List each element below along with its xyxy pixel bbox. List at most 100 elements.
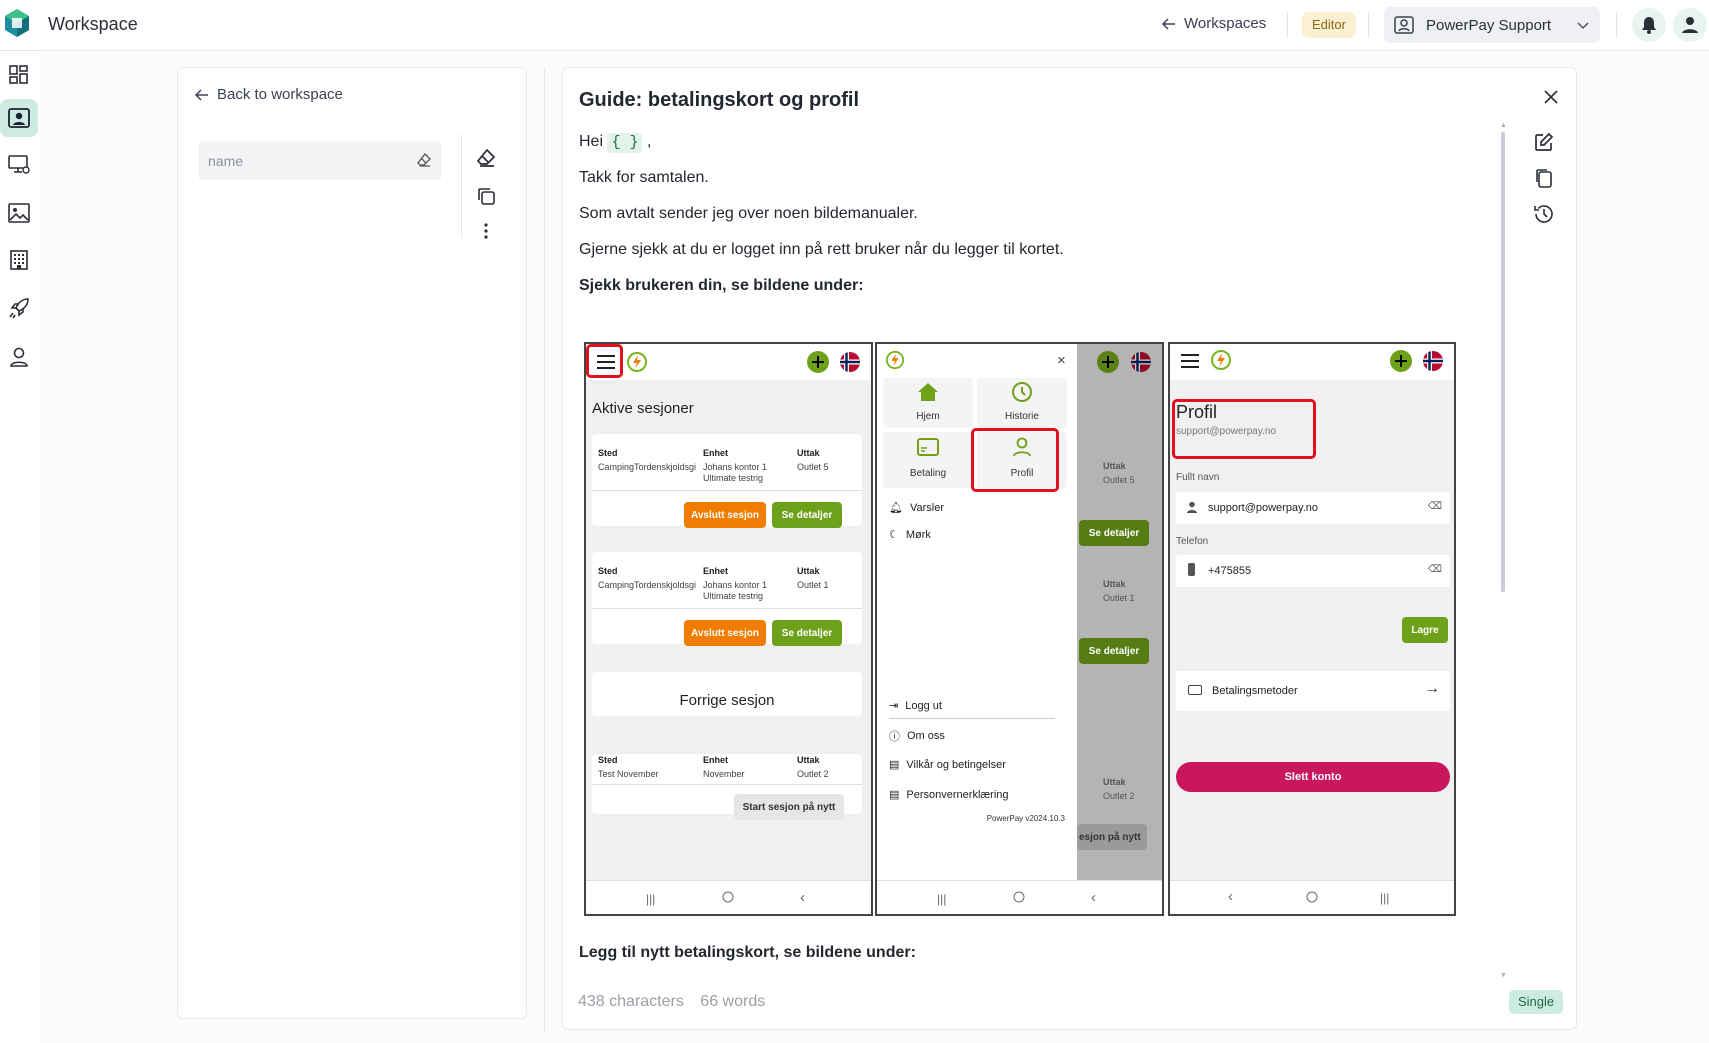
- app-logo-icon[interactable]: [4, 8, 30, 38]
- document-icon: ▤: [889, 759, 900, 771]
- word-count: 66 words: [700, 993, 766, 1010]
- eraser-icon: ⌫: [1427, 564, 1442, 575]
- cell: Outlet 2: [797, 769, 829, 779]
- menu-item-logout: ⇥ Logg ut: [889, 699, 942, 713]
- arrow-left-icon: [1162, 17, 1176, 30]
- person-icon: [9, 347, 29, 367]
- arrow-left-icon: [195, 88, 209, 101]
- scroll-up-icon[interactable]: ▲: [1500, 122, 1507, 129]
- col-label: Enhet: [703, 755, 729, 765]
- history-button[interactable]: [1530, 200, 1558, 228]
- bg-text: Outlet 2: [1103, 791, 1135, 801]
- nav-users[interactable]: [0, 338, 38, 376]
- clear-fields-button[interactable]: [472, 144, 500, 172]
- phone-screenshot-profile: Profil support@powerpay.no Fullt navn su…: [1168, 342, 1456, 916]
- logout-icon: ⇥: [889, 700, 899, 712]
- session-card: Sted Enhet Uttak Test November November …: [592, 754, 862, 820]
- eraser-icon: [476, 149, 496, 167]
- body-line: Som avtalt sender jeg over noen bildeman…: [579, 205, 918, 222]
- back-to-workspace-link[interactable]: Back to workspace: [195, 86, 343, 103]
- android-nav-bar: ||| ‹: [877, 880, 1162, 914]
- session-card: Sted Enhet Uttak CampingTordenskjoldsgi …: [592, 434, 862, 528]
- details-button: Se detaljer: [772, 502, 842, 528]
- close-button[interactable]: [1544, 90, 1558, 104]
- copy-icon: [1535, 168, 1553, 188]
- nav-dashboard[interactable]: [0, 56, 38, 94]
- left-panel: Back to workspace: [177, 67, 527, 1019]
- bell-icon: [1641, 16, 1657, 34]
- more-options-button[interactable]: [472, 217, 500, 245]
- nav-contacts[interactable]: [0, 99, 38, 137]
- menu-item-alerts: 🔔︎ Varsler: [889, 501, 944, 515]
- workspaces-link[interactable]: Workspaces: [1162, 15, 1266, 32]
- phone-screenshot-menu: Uttak Outlet 5 Se detaljer Uttak Outlet …: [875, 342, 1164, 916]
- embedded-screenshot-image[interactable]: Aktive sesjoner Sted Enhet Uttak Camping…: [584, 342, 1456, 916]
- details-button: Se detaljer: [772, 620, 842, 646]
- back-label: Back to workspace: [217, 86, 343, 103]
- body-line: Takk for samtalen.: [579, 169, 709, 186]
- add-circle-icon: [1389, 349, 1413, 373]
- edit-button[interactable]: [1530, 128, 1558, 156]
- greeting-line: Hei { } ,: [579, 132, 651, 153]
- name-input[interactable]: [198, 141, 408, 180]
- duplicate-button[interactable]: [472, 182, 500, 210]
- highlight-box: [1172, 399, 1316, 459]
- greeting-comma: ,: [646, 133, 652, 150]
- copy-button[interactable]: [1530, 164, 1558, 192]
- user-menu-button[interactable]: [1673, 8, 1707, 42]
- payment-methods-row: Betalingsmetoder →: [1176, 671, 1450, 711]
- eraser-icon[interactable]: [416, 152, 432, 168]
- cell: Test November: [598, 769, 659, 779]
- side-nav: [0, 51, 40, 1043]
- account-selector[interactable]: PowerPay Support: [1384, 7, 1600, 43]
- field-label: Telefon: [1176, 536, 1209, 547]
- field-value: support@powerpay.no: [1208, 502, 1319, 514]
- app-title: Workspace: [48, 14, 138, 34]
- nav-media[interactable]: [0, 194, 38, 232]
- nav-devices[interactable]: [0, 146, 38, 184]
- menu-tile-history: Historie: [977, 378, 1067, 428]
- col-label: Sted: [598, 755, 618, 765]
- monitor-settings-icon: [8, 155, 30, 175]
- cell: November: [703, 769, 745, 779]
- recents-icon: |||: [937, 892, 947, 906]
- editor-title: Guide: betalingskort og profil: [579, 89, 859, 111]
- workspaces-link-label: Workspaces: [1184, 15, 1267, 32]
- card-icon: [917, 438, 939, 456]
- menu-item-about: ⓘ Om oss: [889, 730, 945, 743]
- editor-scrollbar[interactable]: [1501, 132, 1505, 592]
- cell: Outlet 1: [797, 580, 829, 590]
- tile-label: Betaling: [909, 468, 947, 479]
- moon-icon: ☾: [889, 529, 899, 541]
- bell-icon: 🔔︎: [889, 502, 903, 514]
- variable-token[interactable]: { }: [607, 133, 643, 153]
- hamburger-icon: [1180, 353, 1200, 369]
- bg-button: esjon på nytt: [1077, 824, 1147, 850]
- fullname-field: support@powerpay.no ⌫: [1176, 492, 1450, 524]
- image-icon: [8, 203, 30, 223]
- notifications-button[interactable]: [1632, 8, 1666, 42]
- powerpay-logo-icon: [1210, 349, 1232, 371]
- document-icon: ▤: [889, 789, 900, 801]
- col-label: Uttak: [797, 448, 820, 458]
- home-nav-icon: [722, 891, 734, 903]
- phone-header: [1170, 344, 1454, 380]
- end-session-button: Avslutt sesjon: [684, 620, 766, 646]
- mobile-phone-icon: [1188, 563, 1195, 576]
- scroll-down-icon[interactable]: ▼: [1500, 972, 1507, 979]
- recents-icon: |||: [1380, 891, 1390, 905]
- nav-organization[interactable]: [0, 241, 38, 279]
- top-bar: Workspace Workspaces Editor PowerPay Sup…: [0, 0, 1709, 51]
- role-badge: Editor: [1302, 12, 1356, 38]
- highlight-box: [971, 428, 1059, 492]
- field-label: Fullt navn: [1176, 472, 1220, 483]
- mode-badge[interactable]: Single: [1509, 990, 1564, 1014]
- cell: Outlet 5: [797, 462, 829, 472]
- divider: [1368, 13, 1369, 38]
- body-line: Gjerne sjekk at du er logget inn på rett…: [579, 241, 1064, 258]
- divider: [461, 134, 462, 238]
- close-icon: ×: [1057, 352, 1066, 369]
- dashboard-icon: [9, 65, 29, 85]
- section-heading: Sjekk brukeren din, se bildene under:: [579, 277, 864, 294]
- nav-deployments[interactable]: [0, 289, 38, 327]
